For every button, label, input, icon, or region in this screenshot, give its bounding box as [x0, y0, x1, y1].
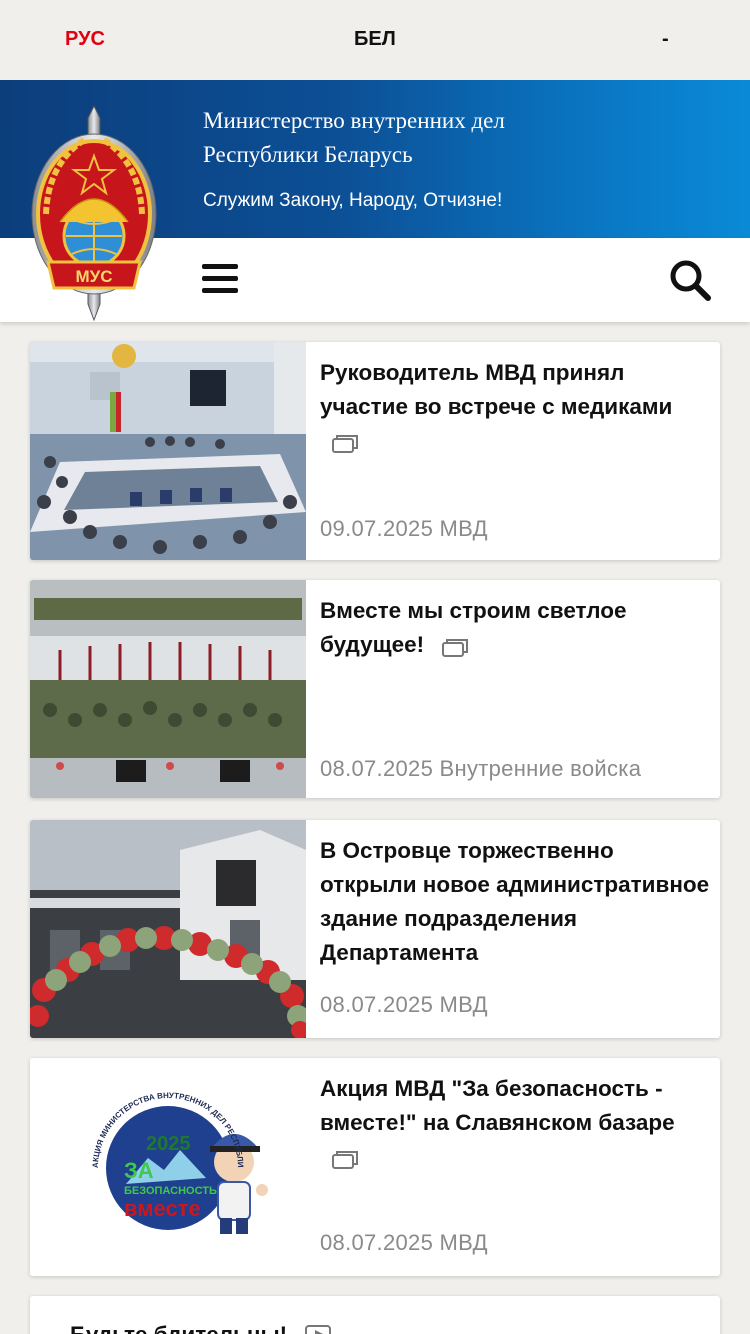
news-meta: 09.07.2025 МВД — [320, 516, 488, 542]
news-meta: 08.07.2025 Внутренние войска — [320, 756, 641, 782]
ministry-name-line1: Министерство внутренних дел — [203, 108, 505, 133]
news-date: 08.07.2025 — [320, 1230, 434, 1255]
news-date: 08.07.2025 — [320, 756, 434, 781]
emblem-text: МУС — [75, 267, 112, 286]
gallery-icon — [332, 430, 358, 454]
news-source: МВД — [439, 992, 488, 1017]
lang-other-link[interactable]: - — [662, 28, 669, 50]
news-title[interactable]: Будьте бдительны! — [70, 1322, 332, 1334]
gallery-icon — [332, 1146, 358, 1170]
ministry-name[interactable]: Министерство внутренних дел Республики Б… — [203, 104, 505, 172]
promo-za: ЗА — [124, 1158, 154, 1183]
promo-year: 2025 — [146, 1133, 191, 1155]
news-title[interactable]: Руководитель МВД принял участие во встре… — [320, 356, 710, 458]
news-meta: 08.07.2025 МВД — [320, 1230, 488, 1256]
news-image-meeting — [30, 342, 306, 560]
news-date: 08.07.2025 — [320, 992, 434, 1017]
lang-ru-link[interactable]: РУС — [65, 28, 105, 50]
gallery-icon — [442, 634, 469, 658]
video-icon — [305, 1324, 332, 1334]
news-source: МВД — [439, 1230, 488, 1255]
news-title-text: В Островце торжественно открыли новое ад… — [320, 838, 710, 965]
news-title-text: Вместе мы строим светлое будущее! — [320, 598, 627, 657]
menu-icon[interactable] — [202, 264, 238, 294]
search-icon[interactable] — [668, 258, 712, 302]
news-title-text: Акция МВД "За безопасность - вместе!" на… — [320, 1076, 675, 1135]
promo-vmeste: вместе — [124, 1196, 201, 1221]
news-image-ceremony — [30, 580, 306, 798]
news-card[interactable]: Руководитель МВД принял участие во встре… — [30, 342, 720, 560]
news-image-promo-logo: 2025 ЗА БЕЗОПАСНОСТЬ вместе АКЦИЯ МИНИСТ… — [30, 1058, 306, 1276]
news-card[interactable]: Вместе мы строим светлое будущее! 08.07.… — [30, 580, 720, 798]
news-meta: 08.07.2025 МВД — [320, 992, 488, 1018]
news-image-building — [30, 820, 306, 1038]
lang-by-link[interactable]: БЕЛ — [354, 28, 396, 50]
news-date: 09.07.2025 — [320, 516, 434, 541]
news-card[interactable]: В Островце торжественно открыли новое ад… — [30, 820, 720, 1038]
news-title-text: Руководитель МВД принял участие во встре… — [320, 360, 673, 419]
motto: Служим Закону, Народу, Отчизне! — [203, 190, 503, 211]
news-source: МВД — [439, 516, 488, 541]
ministry-emblem-logo[interactable]: МУС — [26, 104, 162, 324]
news-card[interactable]: Будьте бдительны! — [30, 1296, 720, 1334]
news-title[interactable]: Акция МВД "За безопасность - вместе!" на… — [320, 1072, 710, 1174]
news-source: Внутренние войска — [439, 756, 642, 781]
news-title-text: Будьте бдительны! — [70, 1322, 287, 1334]
ministry-name-line2: Республики Беларусь — [203, 142, 413, 167]
language-bar: РУС БЕЛ - — [0, 0, 750, 80]
news-card[interactable]: 2025 ЗА БЕЗОПАСНОСТЬ вместе АКЦИЯ МИНИСТ… — [30, 1058, 720, 1276]
news-title[interactable]: Вместе мы строим светлое будущее! — [320, 594, 710, 662]
news-title[interactable]: В Островце торжественно открыли новое ад… — [320, 834, 710, 970]
